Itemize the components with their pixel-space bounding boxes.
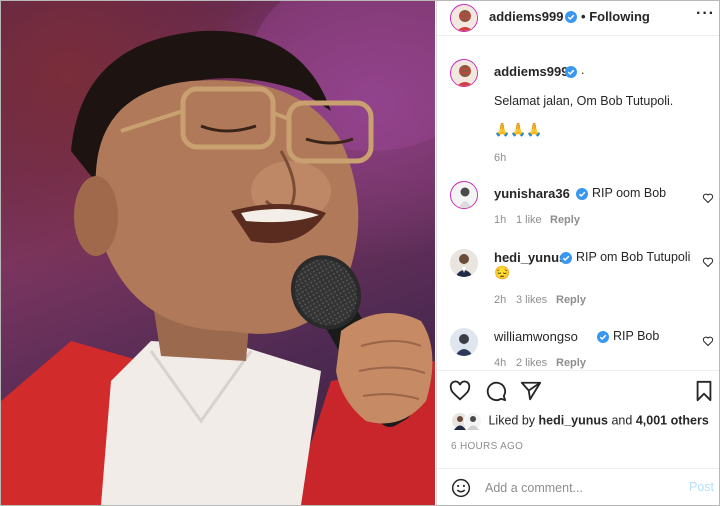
comment-username[interactable]: hedi_yunus xyxy=(494,250,566,265)
verified-badge-icon xyxy=(565,66,577,78)
caption-emoji: 🙏🙏🙏 xyxy=(494,122,543,137)
comments-list[interactable]: addiems999 . Selamat jalan, Om Bob Tutup… xyxy=(437,36,719,369)
follow-status[interactable]: • Following xyxy=(581,9,650,24)
smiley-icon[interactable] xyxy=(451,478,471,498)
caption-avatar[interactable] xyxy=(450,59,478,87)
heart-icon[interactable] xyxy=(449,380,471,402)
reply-button[interactable]: Reply xyxy=(550,214,580,226)
avatar-image xyxy=(451,60,477,86)
comment-time[interactable]: 1h xyxy=(494,214,506,226)
reply-button[interactable]: Reply xyxy=(556,294,586,306)
avatar-image xyxy=(451,182,477,208)
comment-username[interactable]: williamwongso xyxy=(494,329,578,344)
post-timestamp[interactable]: 6 HOURS AGO xyxy=(451,441,523,452)
liked-by-others[interactable]: 4,001 others xyxy=(636,413,709,427)
post-comment-button[interactable]: Post xyxy=(689,480,714,494)
comment-like-heart-icon[interactable] xyxy=(702,256,714,268)
share-icon[interactable] xyxy=(520,380,542,402)
add-comment-bar: Post xyxy=(437,468,719,505)
likes-summary[interactable]: Liked by hedi_yunus and 4,001 others xyxy=(451,412,709,430)
comment-icon[interactable] xyxy=(485,380,507,402)
liker-avatars xyxy=(451,412,485,430)
caption-suffix: . xyxy=(581,63,585,77)
caption-text: Selamat jalan, Om Bob Tutupoli. xyxy=(494,94,674,108)
bookmark-icon[interactable] xyxy=(694,380,714,402)
verified-badge-icon xyxy=(597,331,609,343)
comment-text: RIP om Bob Tutupoli xyxy=(576,250,691,264)
liked-by-prefix: Liked by xyxy=(488,413,536,428)
liked-by-middle: and xyxy=(611,413,633,428)
verified-badge-icon xyxy=(560,252,572,264)
comment-time[interactable]: 4h xyxy=(494,357,506,369)
comment-username[interactable]: yunishara36 xyxy=(494,186,570,201)
comment-likes[interactable]: 3 likes xyxy=(516,294,547,306)
caption-username[interactable]: addiems999 xyxy=(494,64,568,79)
comment-like-heart-icon[interactable] xyxy=(702,192,714,204)
author-username[interactable]: addiems999 xyxy=(489,9,563,24)
verified-badge-icon xyxy=(576,188,588,200)
avatar-image xyxy=(450,328,478,356)
post-side-panel: addiems999 • Following ··· addiems999 . … xyxy=(436,1,719,505)
caption-time[interactable]: 6h xyxy=(494,152,506,164)
post-header: addiems999 • Following ··· xyxy=(437,1,719,36)
comment-text: RIP oom Bob xyxy=(592,186,667,200)
avatar-image xyxy=(451,5,477,31)
add-comment-input[interactable] xyxy=(485,479,665,497)
action-bar xyxy=(437,370,719,411)
author-avatar[interactable] xyxy=(450,4,478,32)
singer-illustration xyxy=(1,1,435,505)
liked-by-user[interactable]: hedi_yunus xyxy=(539,413,608,427)
separator-dot: • xyxy=(581,9,586,24)
avatar-image xyxy=(450,249,478,277)
following-button[interactable]: Following xyxy=(589,9,650,24)
comment-avatar[interactable] xyxy=(450,181,478,209)
comment-time[interactable]: 2h xyxy=(494,294,506,306)
comment-likes[interactable]: 2 likes xyxy=(516,357,547,369)
reply-button[interactable]: Reply xyxy=(556,357,586,369)
instagram-post-window: addiems999 • Following ··· addiems999 . … xyxy=(0,0,720,506)
comment-emoji: 😔 xyxy=(494,265,511,280)
comment-avatar[interactable] xyxy=(450,249,478,277)
post-photo[interactable] xyxy=(1,1,435,505)
comment-avatar[interactable] xyxy=(450,328,478,356)
verified-badge-icon xyxy=(565,11,577,23)
liker-avatars-image xyxy=(451,412,482,430)
comment-text: RIP Bob xyxy=(613,329,660,343)
comment-like-heart-icon[interactable] xyxy=(702,335,714,347)
comment-likes[interactable]: 1 like xyxy=(516,214,542,226)
more-dots-icon[interactable]: ··· xyxy=(696,5,715,23)
